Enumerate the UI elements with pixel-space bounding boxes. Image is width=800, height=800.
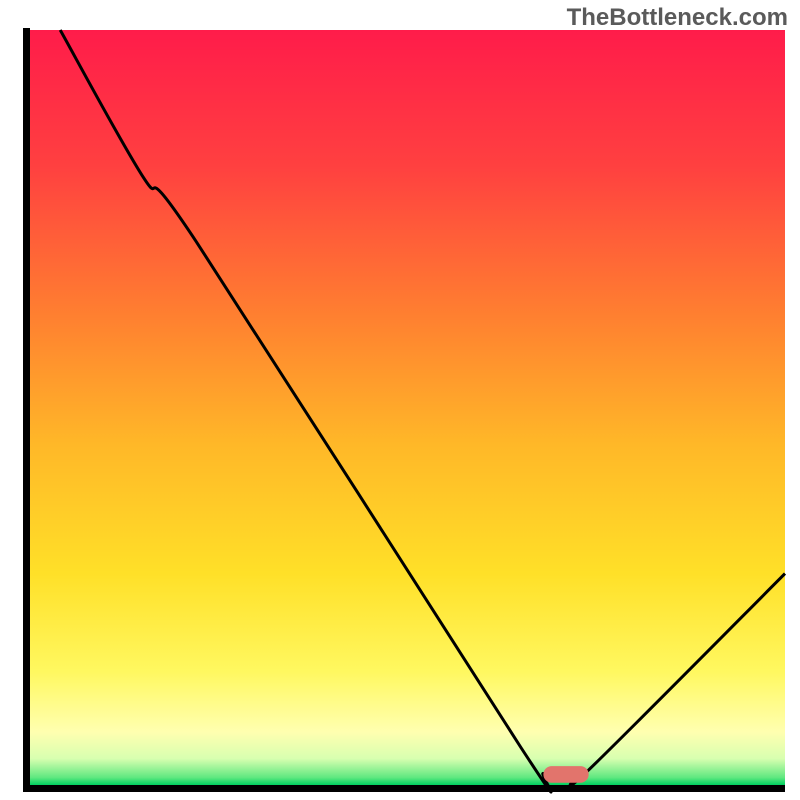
optimum-marker — [543, 766, 588, 783]
gradient-background — [30, 30, 785, 785]
axis-left — [23, 28, 30, 792]
chart-container: TheBottleneck.com — [0, 0, 800, 800]
axis-bottom — [23, 785, 785, 792]
watermark-text: TheBottleneck.com — [567, 4, 788, 32]
bottleneck-chart — [0, 0, 800, 800]
